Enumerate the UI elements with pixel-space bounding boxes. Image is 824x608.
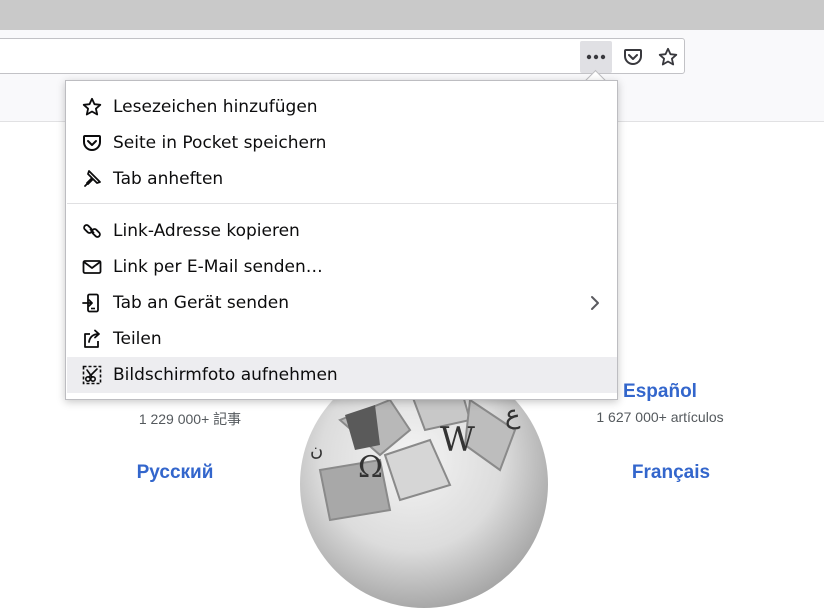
menu-item-copy-link[interactable]: Link-Adresse kopieren [67, 213, 617, 249]
menu-item-save-to-pocket[interactable]: Seite in Pocket speichern [67, 125, 617, 161]
menu-item-label: Teilen [113, 329, 162, 349]
language-name: Français [631, 462, 711, 483]
menu-separator [67, 203, 617, 204]
pin-icon [81, 168, 103, 190]
pocket-button[interactable] [617, 41, 649, 73]
menu-item-label: Link-Adresse kopieren [113, 221, 300, 241]
send-to-device-icon [81, 292, 103, 314]
title-strip [0, 0, 824, 30]
menu-item-send-tab-to-device[interactable]: Tab an Gerät senden [67, 285, 617, 321]
more-icon [586, 54, 606, 60]
language-article-count: 1 627 000+ artículos [596, 409, 724, 425]
menu-item-label: Lesezeichen hinzufügen [113, 97, 318, 117]
menu-item-label: Link per E-Mail senden… [113, 257, 323, 277]
menu-item-take-screenshot[interactable]: Bildschirmfoto aufnehmen [67, 357, 617, 393]
page-actions-button[interactable] [580, 41, 612, 73]
menu-item-share[interactable]: Teilen [67, 321, 617, 357]
language-name: Русский [136, 462, 214, 483]
pocket-icon [81, 132, 103, 154]
share-icon [81, 328, 103, 350]
star-icon [658, 47, 678, 66]
mail-icon [81, 256, 103, 278]
bookmark-star-button[interactable] [652, 41, 684, 73]
screenshot-icon [81, 364, 103, 386]
menu-item-email-link[interactable]: Link per E-Mail senden… [67, 249, 617, 285]
language-link-french[interactable]: Français [600, 462, 742, 484]
menu-item-pin-tab[interactable]: Tab anheften [67, 161, 617, 197]
link-icon [81, 220, 103, 242]
pocket-icon [624, 49, 642, 65]
menu-item-add-bookmark[interactable]: Lesezeichen hinzufügen [67, 89, 617, 125]
language-link-russian[interactable]: Русский [100, 462, 250, 484]
page-actions-menu: Lesezeichen hinzufügen Seite in Pocket s… [65, 80, 618, 400]
menu-item-label: Tab an Gerät senden [113, 293, 290, 313]
menu-item-label: Bildschirmfoto aufnehmen [113, 365, 338, 385]
language-article-count: 1 229 000+ 記事 [138, 411, 242, 427]
chevron-right-icon [589, 294, 601, 317]
menu-item-label: Tab anheften [113, 169, 224, 189]
star-icon [81, 96, 103, 118]
menu-item-label: Seite in Pocket speichern [113, 133, 327, 153]
